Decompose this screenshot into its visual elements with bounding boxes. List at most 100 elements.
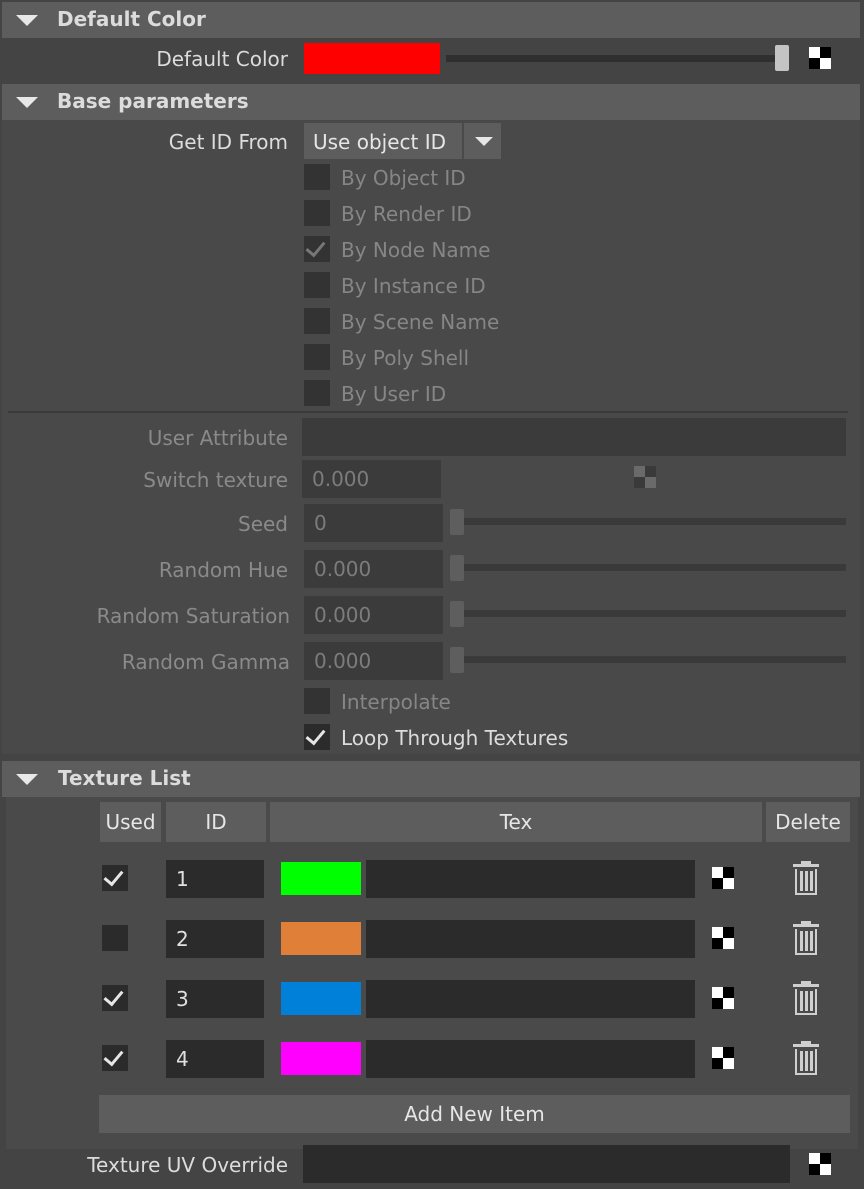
seed-slider[interactable] — [450, 518, 846, 525]
used-checkbox[interactable] — [102, 985, 128, 1011]
user-attribute-label: User Attribute — [147, 426, 288, 450]
random-saturation-label: Random Saturation — [96, 604, 290, 628]
collapse-triangle-icon[interactable] — [16, 774, 38, 785]
texture-map-icon[interactable] — [809, 1153, 831, 1175]
column-header-tex: Tex — [270, 802, 762, 842]
by-instance-id-label: By Instance ID — [341, 274, 486, 298]
texture-map-icon[interactable] — [634, 466, 656, 488]
loop-through-textures-checkbox[interactable] — [304, 724, 330, 750]
by-node-name-label: By Node Name — [341, 238, 491, 262]
get-id-from-dropdown[interactable]: Use object ID — [304, 123, 501, 159]
user-attribute-input[interactable] — [302, 418, 846, 456]
column-header-delete: Delete — [766, 802, 850, 842]
table-row: 2 — [2, 917, 860, 958]
texture-map-icon[interactable] — [712, 867, 734, 889]
by-object-id-label: By Object ID — [341, 166, 466, 190]
used-checkbox[interactable] — [102, 1045, 128, 1071]
id-input[interactable]: 2 — [166, 920, 264, 958]
random-gamma-input[interactable]: 0.000 — [304, 642, 443, 680]
collapse-triangle-icon[interactable] — [16, 15, 38, 26]
texture-color-swatch[interactable] — [281, 982, 361, 1015]
id-input[interactable]: 3 — [166, 980, 264, 1018]
random-gamma-slider-handle[interactable] — [450, 647, 464, 673]
seed-input[interactable]: 0 — [304, 504, 443, 542]
by-node-name-checkbox[interactable] — [304, 236, 330, 262]
base-parameters-section-header[interactable]: Base parameters — [2, 84, 860, 120]
section-title: Default Color — [57, 7, 206, 31]
random-hue-input[interactable]: 0.000 — [304, 550, 443, 588]
column-header-id: ID — [166, 802, 266, 842]
texture-uv-override-field[interactable] — [303, 1145, 790, 1183]
default-color-swatch[interactable] — [304, 43, 440, 74]
loop-through-textures-label: Loop Through Textures — [341, 726, 569, 750]
texture-list-section-body: Used ID Tex Delete 1 2 3 4 Add New Item … — [2, 797, 860, 1189]
texture-uv-override-label: Texture UV Override — [87, 1153, 288, 1177]
texture-path-field[interactable] — [366, 860, 695, 898]
checkmark-icon — [305, 236, 326, 258]
by-scene-name-checkbox[interactable] — [304, 308, 330, 334]
add-new-item-button[interactable]: Add New Item — [99, 1095, 850, 1133]
checkmark-icon — [103, 1045, 124, 1067]
texture-path-field[interactable] — [366, 920, 695, 958]
table-row: 1 — [2, 857, 860, 898]
texture-map-icon[interactable] — [712, 927, 734, 949]
dropdown-value: Use object ID — [313, 130, 447, 154]
table-row: 3 — [2, 977, 860, 1018]
used-checkbox[interactable] — [102, 865, 128, 891]
default-color-slider-handle[interactable] — [775, 45, 789, 71]
random-hue-slider[interactable] — [450, 564, 846, 571]
by-user-id-label: By User ID — [341, 382, 447, 406]
collapse-triangle-icon[interactable] — [16, 97, 38, 108]
texture-list-header: Used ID Tex Delete — [100, 802, 850, 842]
random-saturation-input[interactable]: 0.000 — [304, 596, 443, 634]
seed-label: Seed — [238, 512, 288, 536]
trash-icon[interactable] — [793, 861, 819, 895]
by-scene-name-label: By Scene Name — [341, 310, 500, 334]
texture-color-swatch[interactable] — [281, 922, 361, 955]
by-user-id-checkbox[interactable] — [304, 380, 330, 406]
texture-color-swatch[interactable] — [281, 862, 361, 895]
divider — [8, 411, 848, 413]
random-hue-slider-handle[interactable] — [450, 555, 464, 581]
checkmark-icon — [305, 724, 326, 746]
texture-map-icon[interactable] — [712, 1047, 734, 1069]
switch-texture-label: Switch texture — [143, 468, 288, 492]
texture-path-field[interactable] — [366, 1040, 695, 1078]
section-title: Base parameters — [57, 89, 249, 113]
random-gamma-label: Random Gamma — [121, 650, 290, 674]
trash-icon[interactable] — [793, 981, 819, 1015]
dropdown-divider — [462, 123, 464, 159]
by-poly-shell-label: By Poly Shell — [341, 346, 470, 370]
texture-map-icon[interactable] — [809, 47, 831, 69]
checkmark-icon — [103, 865, 124, 887]
texture-map-icon[interactable] — [712, 987, 734, 1009]
used-checkbox[interactable] — [102, 925, 128, 951]
trash-icon[interactable] — [793, 921, 819, 955]
random-saturation-slider[interactable] — [450, 610, 846, 617]
id-input[interactable]: 1 — [166, 860, 264, 898]
trash-icon[interactable] — [793, 1041, 819, 1075]
chevron-down-icon[interactable] — [475, 137, 493, 146]
random-gamma-slider[interactable] — [450, 656, 846, 663]
interpolate-label: Interpolate — [341, 690, 451, 714]
by-object-id-checkbox[interactable] — [304, 164, 330, 190]
random-hue-label: Random Hue — [158, 558, 288, 582]
id-input[interactable]: 4 — [166, 1040, 264, 1078]
default-color-label: Default Color — [156, 47, 288, 71]
default-color-section-body: Default Color — [2, 38, 860, 82]
random-saturation-slider-handle[interactable] — [450, 601, 464, 627]
by-poly-shell-checkbox[interactable] — [304, 344, 330, 370]
texture-path-field[interactable] — [366, 980, 695, 1018]
by-render-id-checkbox[interactable] — [304, 200, 330, 226]
base-parameters-section-body: Get ID From Use object ID By Object ID B… — [2, 120, 860, 754]
default-color-slider[interactable] — [446, 55, 786, 62]
texture-color-swatch[interactable] — [281, 1042, 361, 1075]
texture-list-section-header[interactable]: Texture List — [2, 761, 860, 797]
switch-texture-input[interactable]: 0.000 — [302, 460, 441, 498]
section-title: Texture List — [58, 766, 191, 790]
default-color-section-header[interactable]: Default Color — [2, 2, 860, 38]
interpolate-checkbox[interactable] — [304, 688, 330, 714]
by-instance-id-checkbox[interactable] — [304, 272, 330, 298]
column-header-used: Used — [100, 802, 161, 842]
seed-slider-handle[interactable] — [450, 509, 464, 535]
